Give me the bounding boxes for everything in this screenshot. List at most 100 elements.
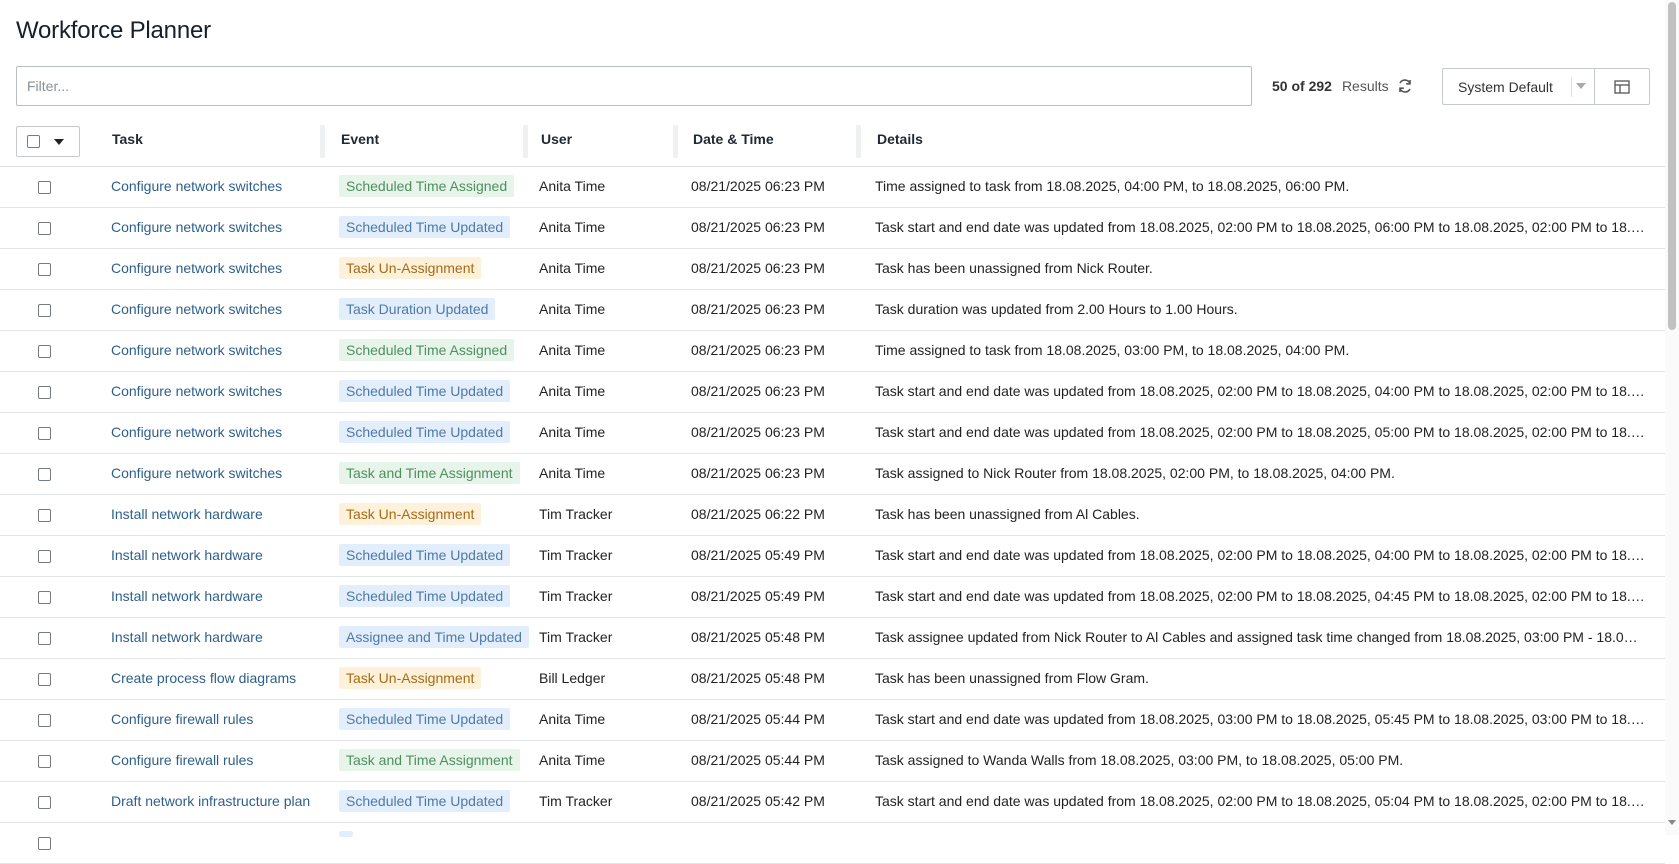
event-badge: Task Un-Assignment — [339, 667, 482, 689]
column-header-datetime[interactable]: Date & Time — [693, 131, 774, 147]
event-badge: Scheduled Time Updated — [339, 790, 511, 812]
datetime-cell: 08/21/2025 05:48 PM — [691, 629, 825, 645]
task-link[interactable]: Configure network switches — [111, 260, 311, 276]
column-layout-button[interactable] — [1594, 68, 1650, 105]
column-resize-handle[interactable] — [856, 125, 861, 158]
datetime-cell: 08/21/2025 06:23 PM — [691, 301, 825, 317]
task-link[interactable]: Create process flow diagrams — [111, 670, 311, 686]
chevron-down-icon — [1576, 83, 1586, 89]
task-link[interactable]: Configure network switches — [111, 178, 311, 194]
event-badge: Task and Time Assignment — [339, 462, 520, 484]
table-body: Configure network switches Scheduled Time… — [0, 167, 1665, 864]
task-link[interactable]: Configure network switches — [111, 383, 311, 399]
details-cell: Task has been unassigned from Al Cables. — [875, 506, 1140, 522]
datetime-cell: 08/21/2025 06:23 PM — [691, 219, 825, 235]
row-checkbox[interactable] — [38, 427, 51, 440]
row-checkbox[interactable] — [38, 796, 51, 809]
row-checkbox[interactable] — [38, 509, 51, 522]
details-cell: Time assigned to task from 18.08.2025, 0… — [875, 178, 1350, 194]
task-link[interactable]: Install network hardware — [111, 547, 311, 563]
column-resize-handle[interactable] — [523, 125, 528, 158]
table-row[interactable]: Install network hardware Task Un-Assignme… — [0, 495, 1665, 536]
details-cell: Task has been unassigned from Nick Route… — [875, 260, 1153, 276]
select-all-dropdown[interactable] — [16, 126, 80, 157]
table-row[interactable]: Configure network switches Scheduled Time… — [0, 208, 1665, 249]
task-link[interactable]: Configure firewall rules — [111, 752, 311, 768]
datetime-cell: 08/21/2025 06:23 PM — [691, 465, 825, 481]
row-checkbox[interactable] — [38, 386, 51, 399]
user-cell: Tim Tracker — [539, 629, 613, 645]
datetime-cell: 08/21/2025 05:49 PM — [691, 547, 825, 563]
event-badge: Scheduled Time Updated — [339, 585, 511, 607]
table-row[interactable]: Configure firewall rules Scheduled Time U… — [0, 700, 1665, 741]
table-row[interactable]: Install network hardware Scheduled Time U… — [0, 577, 1665, 618]
column-header-details[interactable]: Details — [877, 131, 923, 147]
table-row[interactable]: Configure network switches Task and Time … — [0, 454, 1665, 495]
table-row[interactable] — [0, 823, 1665, 864]
table-row[interactable]: Configure network switches Task Duration … — [0, 290, 1665, 331]
user-cell: Anita Time — [539, 752, 606, 768]
task-link[interactable]: Install network hardware — [111, 506, 311, 522]
datetime-cell: 08/21/2025 05:49 PM — [691, 588, 825, 604]
table-row[interactable]: Configure network switches Scheduled Time… — [0, 372, 1665, 413]
scrollbar-thumb[interactable] — [1668, 2, 1676, 330]
row-checkbox[interactable] — [38, 632, 51, 645]
row-checkbox[interactable] — [38, 837, 51, 850]
table-row[interactable]: Draft network infrastructure plan Schedul… — [0, 782, 1665, 823]
table-row[interactable]: Configure firewall rules Task and Time As… — [0, 741, 1665, 782]
task-link[interactable]: Configure network switches — [111, 219, 311, 235]
table-row[interactable]: Configure network switches Task Un-Assign… — [0, 249, 1665, 290]
filter-input[interactable] — [16, 66, 1252, 106]
row-checkbox[interactable] — [38, 304, 51, 317]
row-checkbox[interactable] — [38, 263, 51, 276]
details-cell: Task start and end date was updated from… — [875, 793, 1645, 809]
datetime-cell: 08/21/2025 06:23 PM — [691, 178, 825, 194]
row-checkbox[interactable] — [38, 181, 51, 194]
task-link[interactable]: Configure network switches — [111, 424, 311, 440]
select-all-checkbox[interactable] — [27, 135, 40, 148]
row-checkbox[interactable] — [38, 673, 51, 686]
user-cell: Anita Time — [539, 342, 606, 358]
table-row[interactable]: Configure network switches Scheduled Time… — [0, 331, 1665, 372]
row-checkbox[interactable] — [38, 468, 51, 481]
table-row[interactable]: Configure network switches Scheduled Time… — [0, 413, 1665, 454]
scroll-down-arrow-icon[interactable] — [1668, 820, 1676, 825]
task-link[interactable]: Configure network switches — [111, 465, 311, 481]
event-badge: Scheduled Time Updated — [339, 380, 511, 402]
table-row[interactable]: Install network hardware Assignee and Tim… — [0, 618, 1665, 659]
task-link[interactable]: Configure firewall rules — [111, 711, 311, 727]
refresh-icon[interactable] — [1397, 78, 1413, 94]
row-checkbox[interactable] — [38, 222, 51, 235]
user-cell: Anita Time — [539, 383, 606, 399]
row-checkbox[interactable] — [38, 345, 51, 358]
task-link[interactable]: Configure network switches — [111, 301, 311, 317]
task-link[interactable]: Configure network switches — [111, 342, 311, 358]
column-header-task[interactable]: Task — [112, 131, 143, 147]
event-badge: Scheduled Time Updated — [339, 421, 511, 443]
table-row[interactable]: Create process flow diagrams Task Un-Assi… — [0, 659, 1665, 700]
event-badge: Task and Time Assignment — [339, 749, 520, 771]
vertical-scrollbar[interactable] — [1665, 0, 1679, 835]
view-select-value: System Default — [1458, 78, 1553, 95]
column-resize-handle[interactable] — [673, 125, 678, 158]
table-row[interactable]: Install network hardware Scheduled Time U… — [0, 536, 1665, 577]
datetime-cell: 08/21/2025 05:44 PM — [691, 752, 825, 768]
results-count: 50 of 292 — [1272, 78, 1332, 94]
task-link[interactable]: Draft network infrastructure plan — [111, 793, 311, 809]
row-checkbox[interactable] — [38, 591, 51, 604]
task-link[interactable]: Install network hardware — [111, 629, 311, 645]
column-header-event[interactable]: Event — [341, 131, 379, 147]
row-checkbox[interactable] — [38, 714, 51, 727]
row-checkbox[interactable] — [38, 755, 51, 768]
view-select[interactable]: System Default — [1442, 68, 1594, 105]
details-cell: Task start and end date was updated from… — [875, 383, 1645, 399]
user-cell: Anita Time — [539, 219, 606, 235]
view-select-divider — [1571, 77, 1572, 97]
column-resize-handle[interactable] — [320, 125, 325, 158]
datetime-cell: 08/21/2025 06:23 PM — [691, 260, 825, 276]
table-row[interactable]: Configure network switches Scheduled Time… — [0, 167, 1665, 208]
task-link[interactable]: Install network hardware — [111, 588, 311, 604]
row-checkbox[interactable] — [38, 550, 51, 563]
column-header-user[interactable]: User — [541, 131, 572, 147]
datetime-cell: 08/21/2025 05:48 PM — [691, 670, 825, 686]
